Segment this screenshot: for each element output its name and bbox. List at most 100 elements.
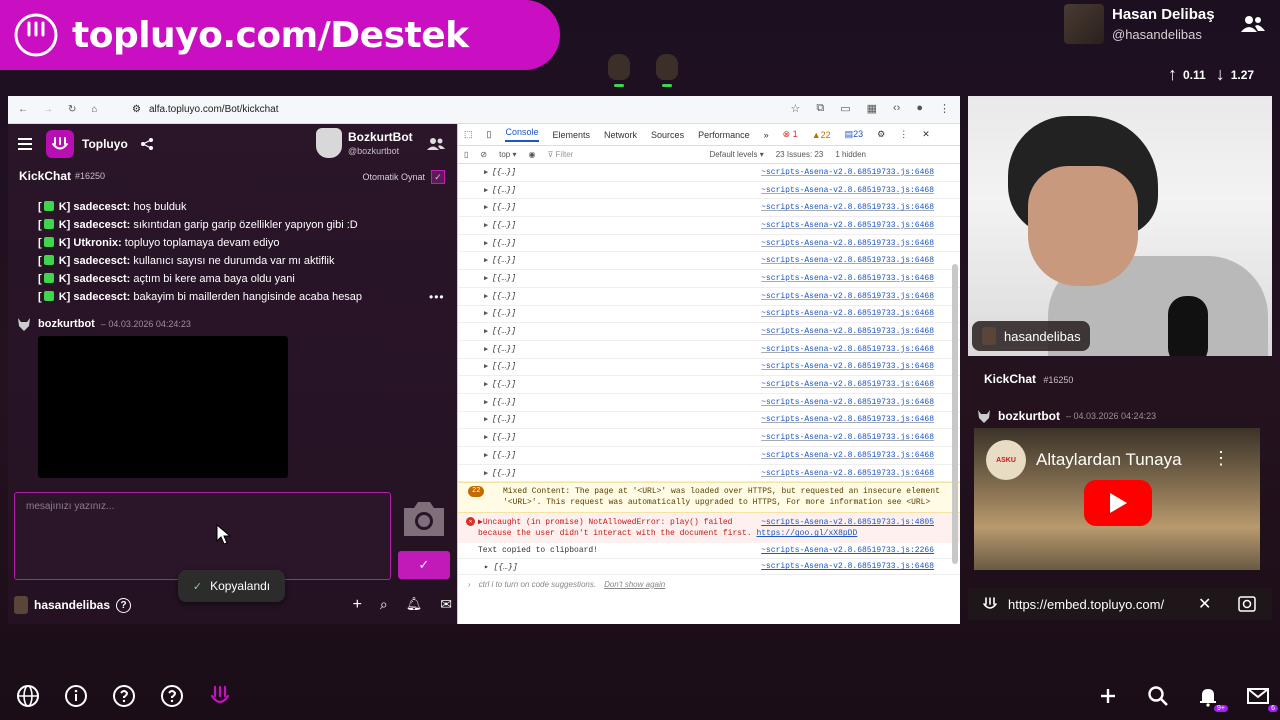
message-input[interactable]: mesajınızı yazınız... (14, 492, 391, 580)
expand-arrow-icon[interactable]: ▶ (484, 415, 488, 424)
source-link[interactable]: ~scripts-Asena-v2.8.68519733.js:6468 (761, 362, 934, 371)
globe-icon[interactable] (16, 684, 40, 708)
current-user[interactable]: hasandelibas ? (14, 596, 132, 614)
help-icon[interactable]: ? (116, 597, 132, 613)
sidebar-toggle-icon[interactable]: ▯ (464, 150, 468, 159)
extensions-icon[interactable]: ⧉ (816, 102, 824, 115)
source-link[interactable]: ~scripts-Asena-v2.8.68519733.js:6468 (761, 186, 934, 195)
tab-network[interactable]: Network (604, 130, 637, 140)
kebab-icon[interactable]: ⋮ (1212, 448, 1230, 469)
help-icon[interactable] (160, 684, 184, 708)
streamer-profile[interactable]: Hasan Delibaş @hasandelibas (1064, 4, 1215, 44)
cast-icon[interactable]: ▭ (840, 102, 850, 115)
expand-arrow-icon[interactable]: ▶ (484, 362, 488, 371)
log-row[interactable]: ▶ [{…}] ~scripts-Asena-v2.8.68519733.js:64… (458, 341, 960, 359)
message-user[interactable]: sadecesct: (73, 291, 130, 303)
expand-arrow-icon[interactable]: ▶ (484, 469, 488, 478)
bookmark-star-icon[interactable]: ☆ (790, 102, 800, 115)
log-row[interactable]: ▶ [{…}] ~scripts-Asena-v2.8.68519733.js:64… (458, 270, 960, 288)
log-row[interactable]: ▶ [{…}] ~scripts-Asena-v2.8.68519733.js:64… (458, 323, 960, 341)
expand-arrow-icon[interactable]: ▶ (484, 168, 488, 177)
play-button[interactable] (1084, 480, 1152, 526)
mail-icon[interactable]: ✉ (440, 596, 452, 614)
tab-performance[interactable]: Performance (698, 130, 750, 140)
log-row[interactable]: ▶ [{…}] ~scripts-Asena-v2.8.68519733.js:64… (458, 217, 960, 235)
source-link[interactable]: ~scripts-Asena-v2.8.68519733.js:6468 (761, 203, 934, 212)
device-icon[interactable]: ▯ (487, 129, 492, 140)
source-link[interactable]: ~scripts-Asena-v2.8.68519733.js:6468 (761, 168, 934, 177)
bell-button[interactable]: 9+ (1196, 684, 1228, 712)
log-row[interactable]: ▶ [{…}] ~scripts-Asena-v2.8.68519733.js:64… (458, 182, 960, 200)
log-row[interactable]: ▶ [{…}] ~scripts-Asena-v2.8.68519733.js:64… (458, 394, 960, 412)
expand-arrow-icon[interactable]: ▶ (484, 239, 488, 248)
message-user[interactable]: Utkronix: (73, 237, 121, 249)
tab-sources[interactable]: Sources (651, 130, 684, 140)
right-bot-user[interactable]: bozkurtbot (998, 409, 1060, 423)
source-link[interactable]: ~scripts-Asena-v2.8.68519733.js:6468 (761, 562, 934, 571)
eye-icon[interactable]: ◉ (528, 150, 535, 159)
clear-console-icon[interactable]: ⊘ (480, 150, 487, 159)
log-row[interactable]: ▶ [{…}] ~scripts-Asena-v2.8.68519733.js:64… (458, 412, 960, 430)
source-link[interactable]: ~scripts-Asena-v2.8.68519733.js:6468 (761, 309, 934, 318)
source-link[interactable]: ~scripts-Asena-v2.8.68519733.js:6468 (761, 239, 934, 248)
search-icon[interactable] (1146, 684, 1170, 708)
expand-arrow-icon[interactable]: ▶ (484, 451, 488, 460)
add-icon[interactable] (1096, 684, 1120, 708)
log-row[interactable]: ▶ [{…}] ~scripts-Asena-v2.8.68519733.js:64… (458, 447, 960, 465)
help-icon[interactable] (112, 684, 136, 708)
back-icon[interactable]: ← (18, 104, 28, 115)
source-link[interactable]: ~scripts-Asena-v2.8.68519733.js:6468 (761, 327, 934, 336)
video-title[interactable]: Altaylardan Tunaya (1036, 450, 1182, 470)
youtube-embed[interactable]: ASKU Altaylardan Tunaya ⋮ (974, 428, 1260, 570)
info-icon[interactable] (64, 684, 88, 708)
screenshot-icon[interactable] (1238, 596, 1256, 612)
user-icon[interactable]: ● (916, 102, 923, 115)
console-prompt[interactable]: › ctrl i to turn on code suggestions. Do… (458, 575, 960, 593)
error-source-link[interactable]: ~scripts-Asena-v2.8.68519733.js:4805 (761, 517, 934, 528)
site-info-icon[interactable]: ⚙ (132, 104, 141, 115)
message-user[interactable]: sadecesct: (73, 255, 130, 267)
log-row[interactable]: ▶ [{…}] ~scripts-Asena-v2.8.68519733.js:64… (458, 376, 960, 394)
topluyo-logo-icon[interactable] (208, 684, 232, 708)
embed-url[interactable]: https://embed.topluyo.com/ (1008, 597, 1164, 612)
bot-info[interactable]: BozkurtBot @bozkurtbot (316, 128, 413, 158)
embedded-video[interactable] (38, 336, 288, 478)
menu-icon[interactable]: ⋮ (939, 102, 950, 115)
expand-arrow-icon[interactable]: ▶ (484, 380, 488, 389)
log-row[interactable]: Text copied to clipboard! ~scripts-Asena… (458, 543, 960, 560)
dont-show-again-link[interactable]: Don't show again (604, 580, 665, 589)
error-count[interactable]: ⊗ 1 (783, 129, 798, 140)
info-count[interactable]: ▤23 (845, 129, 864, 140)
message-user[interactable]: sadecesct: (73, 219, 130, 231)
source-link[interactable]: ~scripts-Asena-v2.8.68519733.js:6468 (761, 398, 934, 407)
more-tabs-button[interactable]: » (764, 130, 769, 140)
expand-arrow-icon[interactable]: ▶ (484, 203, 488, 212)
expand-arrow-icon[interactable]: ▶ (484, 256, 488, 265)
home-icon[interactable]: ⌂ (91, 104, 97, 115)
tab-console[interactable]: Console (505, 127, 539, 142)
expand-arrow-icon[interactable]: ▶ (484, 398, 488, 407)
error-link[interactable]: https://goo.gl/xX8pDD (756, 529, 857, 538)
settings-gear-icon[interactable]: ⚙ (877, 129, 885, 140)
source-link[interactable]: ~scripts-Asena-v2.8.68519733.js:6468 (761, 274, 934, 283)
bell-icon[interactable]: 🔔︎ (406, 596, 423, 614)
reload-icon[interactable]: ↻ (68, 104, 76, 115)
levels-select[interactable]: Default levels ▾ (709, 150, 763, 159)
log-row[interactable]: ▶ [{…}] ~scripts-Asena-v2.8.68519733.js:64… (458, 252, 960, 271)
filter-input[interactable]: ⊽ Filter (547, 150, 697, 159)
expand-arrow-icon[interactable]: ▶ (484, 292, 488, 301)
kebab-icon[interactable]: ⋮ (899, 129, 908, 140)
expand-arrow-icon[interactable]: ▶ (484, 186, 488, 195)
send-button[interactable]: ✓ (398, 551, 450, 579)
source-link[interactable]: ~scripts-Asena-v2.8.68519733.js:6468 (761, 345, 934, 354)
log-row[interactable]: ▸ [{…}] ~scripts-Asena-v2.8.68519733.js:… (458, 559, 960, 576)
mixed-content-warning[interactable]: 22 Mixed Content: The page at '<URL>' wa… (458, 482, 960, 514)
code-icon[interactable]: ‹› (893, 102, 900, 115)
log-row[interactable]: ▶ [{…}] ~scripts-Asena-v2.8.68519733.js:64… (458, 164, 960, 182)
inspect-icon[interactable]: ⬚ (464, 129, 473, 140)
group-icon[interactable] (427, 137, 445, 151)
camera-icon[interactable] (400, 496, 448, 540)
tab-elements[interactable]: Elements (553, 130, 591, 140)
log-row[interactable]: ▶ [{…}] ~scripts-Asena-v2.8.68519733.js:64… (458, 199, 960, 218)
source-link[interactable]: ~scripts-Asena-v2.8.68519733.js:6468 (761, 451, 934, 460)
